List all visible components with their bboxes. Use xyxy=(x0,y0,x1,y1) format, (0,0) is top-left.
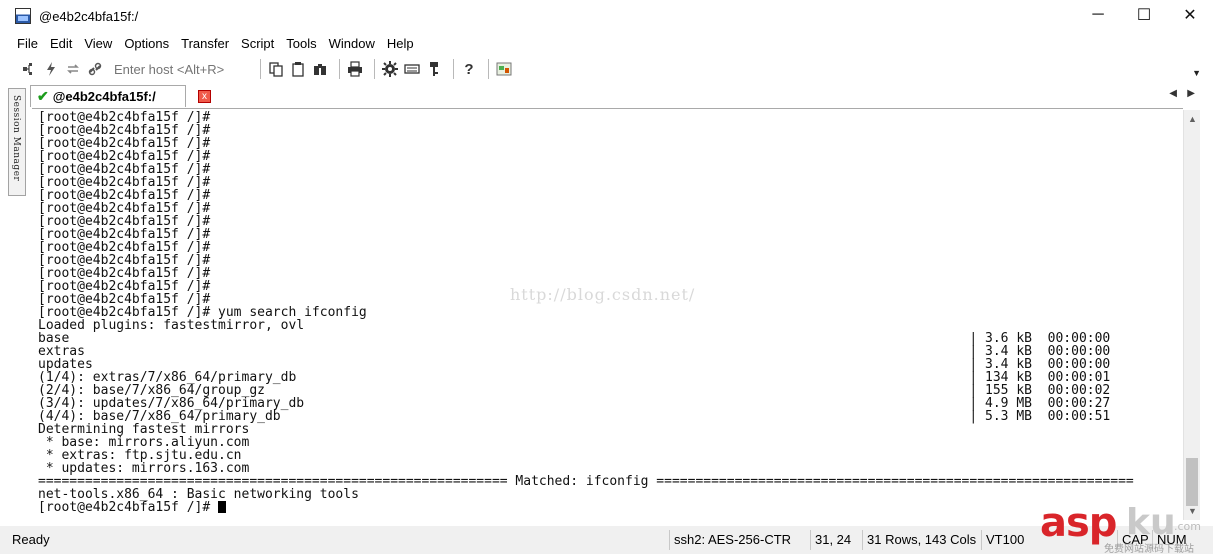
toolbar-separator xyxy=(488,59,489,79)
menu-edit[interactable]: Edit xyxy=(50,36,72,51)
tab-strip: ✔ @e4b2c4bfa15f:/ x ◀ ▶ xyxy=(30,84,1205,108)
menu-help[interactable]: Help xyxy=(387,36,414,51)
toolbar-separator xyxy=(260,59,261,79)
terminal-prompt-line: [root@e4b2c4bfa15f /]# xyxy=(38,501,1134,514)
scroll-up-icon[interactable]: ▲ xyxy=(1188,114,1197,124)
logo-ku: ku xyxy=(1126,502,1176,543)
status-ready: Ready xyxy=(12,532,50,547)
session-manager-tab[interactable]: Session Manager xyxy=(8,88,26,196)
enter-host-input[interactable] xyxy=(114,61,254,77)
session-tab[interactable]: ✔ @e4b2c4bfa15f:/ x xyxy=(30,85,211,107)
menu-view[interactable]: View xyxy=(84,36,112,51)
window-controls: ─ ☐ ✕ xyxy=(1075,0,1213,32)
tab-close-icon[interactable]: x xyxy=(198,90,211,103)
disconnect-icon[interactable] xyxy=(86,60,104,78)
terminal-prompt: [root@e4b2c4bfa15f /]# xyxy=(38,500,219,515)
keymap-icon[interactable] xyxy=(403,60,421,78)
key-agent-icon[interactable] xyxy=(425,60,443,78)
toolbar: ? ▼ xyxy=(0,56,1213,82)
close-button[interactable]: ✕ xyxy=(1167,0,1213,30)
status-terminal-size: 31 Rows, 143 Cols xyxy=(862,530,980,550)
menu-options[interactable]: Options xyxy=(124,36,169,51)
status-cursor-position: 31, 24 xyxy=(810,530,855,550)
tab-scroll-right-icon[interactable]: ▶ xyxy=(1187,88,1195,99)
site-logo-watermark: asp ku .com 免费网站源码下载站 xyxy=(1040,500,1210,556)
terminal-cursor xyxy=(218,501,227,513)
watermark: http://blog.csdn.net/ xyxy=(510,285,696,304)
copy-icon[interactable] xyxy=(267,60,285,78)
sftp-icon[interactable] xyxy=(495,60,513,78)
menu-script[interactable]: Script xyxy=(241,36,274,51)
logo-com: .com xyxy=(1174,520,1201,533)
connect-icon[interactable] xyxy=(20,60,38,78)
settings-gear-icon[interactable] xyxy=(381,60,399,78)
terminal-scrollbar[interactable]: ▲ ▼ xyxy=(1183,110,1200,520)
toolbar-separator xyxy=(374,59,375,79)
print-icon[interactable] xyxy=(346,60,364,78)
terminal-output: [root@e4b2c4bfa15f /]# [root@e4b2c4bfa15f… xyxy=(38,111,1134,514)
menu-window[interactable]: Window xyxy=(329,36,375,51)
find-icon[interactable] xyxy=(311,60,329,78)
menu-file[interactable]: File xyxy=(17,36,38,51)
title-bar: @e4b2c4bfa15f:/ ─ ☐ ✕ xyxy=(0,0,1213,32)
menu-bar: File Edit View Options Transfer Script T… xyxy=(0,32,1213,54)
scrollbar-thumb[interactable] xyxy=(1186,458,1198,506)
quick-connect-icon[interactable] xyxy=(42,60,60,78)
status-bar: Ready ssh2: AES-256-CTR 31, 24 31 Rows, … xyxy=(0,526,1213,554)
help-icon[interactable]: ? xyxy=(460,60,478,78)
session-manager-label: Session Manager xyxy=(11,95,21,182)
paste-icon[interactable] xyxy=(289,60,307,78)
tab-scroll-left-icon[interactable]: ◀ xyxy=(1169,88,1177,99)
menu-transfer[interactable]: Transfer xyxy=(181,36,229,51)
toolbar-dropdown-icon[interactable]: ▼ xyxy=(1192,68,1201,78)
maximize-button[interactable]: ☐ xyxy=(1121,0,1167,30)
window-title: @e4b2c4bfa15f:/ xyxy=(39,8,139,24)
app-icon xyxy=(15,8,31,24)
reconnect-icon[interactable] xyxy=(64,60,82,78)
minimize-button[interactable]: ─ xyxy=(1075,0,1121,30)
terminal-screen[interactable]: [root@e4b2c4bfa15f /]# [root@e4b2c4bfa15f… xyxy=(32,108,1183,520)
toolbar-separator xyxy=(453,59,454,79)
status-terminal-type: VT100 xyxy=(981,530,1028,550)
toolbar-separator xyxy=(339,59,340,79)
menu-tools[interactable]: Tools xyxy=(286,36,316,51)
status-cipher: ssh2: AES-256-CTR xyxy=(669,530,795,550)
session-tab-label: @e4b2c4bfa15f:/ xyxy=(52,89,156,104)
logo-subtitle: 免费网站源码下载站 xyxy=(1104,544,1194,555)
connected-check-icon: ✔ xyxy=(37,88,49,104)
